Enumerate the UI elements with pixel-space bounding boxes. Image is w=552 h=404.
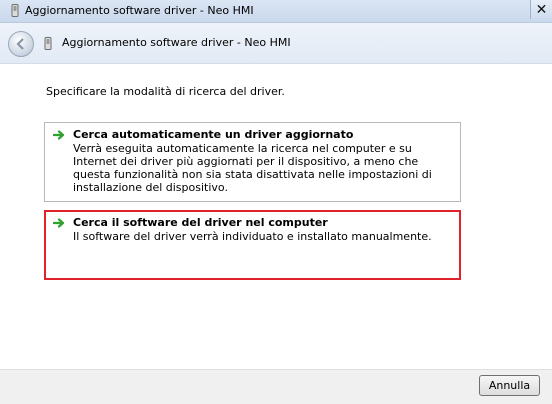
option-title: Cerca il software del driver nel compute… xyxy=(73,216,328,229)
driver-update-window: Aggiornamento software driver - Neo HMI … xyxy=(0,0,552,404)
option-search-automatically[interactable]: Cerca automaticamente un driver aggiorna… xyxy=(44,122,461,202)
window-title: Aggiornamento software driver - Neo HMI xyxy=(25,4,254,17)
green-arrow-icon xyxy=(53,218,65,228)
close-icon: ✕ xyxy=(535,1,548,18)
close-button[interactable]: ✕ xyxy=(530,0,552,19)
instruction-text: Specificare la modalità di ricerca del d… xyxy=(46,85,285,98)
footer: Annulla xyxy=(0,369,552,404)
back-arrow-icon xyxy=(16,38,24,50)
option-description: Verrà eseguita automaticamente la ricerc… xyxy=(73,142,432,194)
title-bar: Aggiornamento software driver - Neo HMI … xyxy=(0,0,552,23)
navigation-bar: Aggiornamento software driver - Neo HMI xyxy=(0,23,552,64)
page-title: Aggiornamento software driver - Neo HMI xyxy=(62,36,291,49)
device-icon xyxy=(11,4,19,17)
content-area: Specificare la modalità di ricerca del d… xyxy=(0,64,552,369)
green-arrow-icon xyxy=(53,130,65,140)
device-icon xyxy=(44,37,52,50)
option-description: Il software del driver verrà individuato… xyxy=(73,230,432,243)
option-browse-computer[interactable]: Cerca il software del driver nel compute… xyxy=(44,210,461,280)
back-button[interactable] xyxy=(8,31,34,57)
option-title: Cerca automaticamente un driver aggiorna… xyxy=(73,128,354,141)
cancel-button[interactable]: Annulla xyxy=(479,375,540,396)
